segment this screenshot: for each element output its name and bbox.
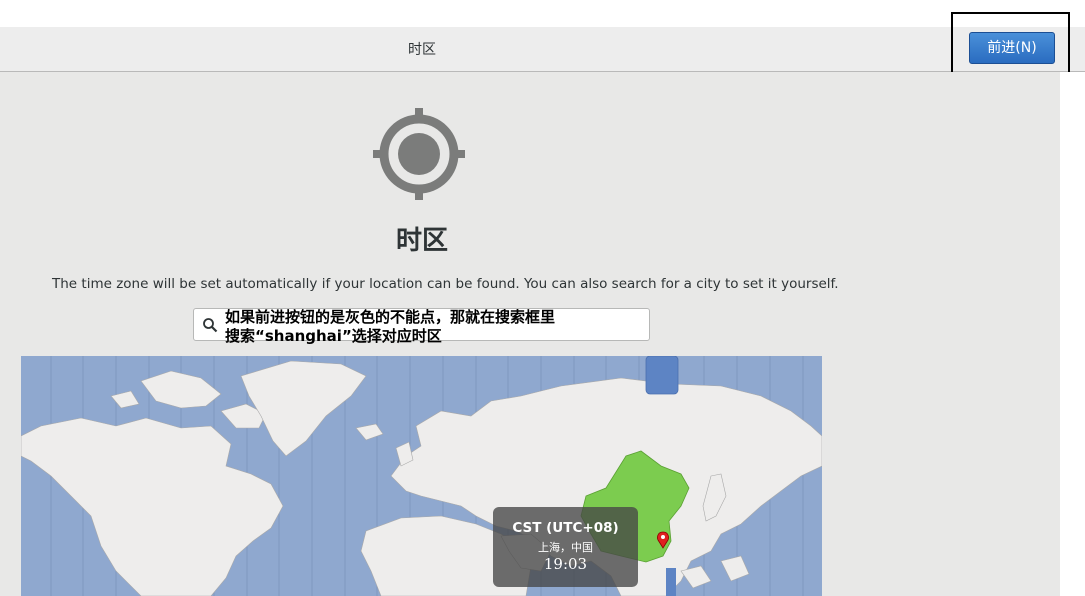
page-heading: 时区 xyxy=(395,226,448,256)
world-map-graphic xyxy=(21,356,822,596)
arctic-islands xyxy=(140,370,222,409)
right-margin xyxy=(1060,72,1085,596)
landmasses xyxy=(21,360,822,596)
location-icon xyxy=(373,108,465,200)
timezone-local-time: 19:03 xyxy=(543,555,588,573)
timezone-tooltip: CST (UTC+08) 上海，中国 19:03 xyxy=(493,507,638,587)
header-title: 时区 xyxy=(408,42,436,58)
city-search-input[interactable]: 如果前进按钮的是灰色的不能点，那就在搜索框里 搜索“shanghai”选择对应时… xyxy=(193,308,650,345)
highlighted-zone-south xyxy=(666,568,676,596)
search-text-line-2: 搜索“shanghai”选择对应时区 xyxy=(225,327,442,345)
search-icon xyxy=(203,318,218,333)
timezone-description: The time zone will be set automatically … xyxy=(52,276,839,292)
search-text-line-1: 如果前进按钮的是灰色的不能点，那就在搜索框里 xyxy=(225,308,556,326)
timezone-abbreviation: CST (UTC+08) xyxy=(512,520,619,536)
north-america-land xyxy=(21,417,284,596)
highlighted-zone-north xyxy=(645,356,679,395)
timezone-city: 上海，中国 xyxy=(538,541,593,554)
search-input-value: 如果前进按钮的是灰色的不能点，那就在搜索框里 搜索“shanghai”选择对应时… xyxy=(225,308,635,346)
world-timezone-map[interactable] xyxy=(21,356,822,596)
next-button[interactable]: 前进(N) xyxy=(969,32,1055,64)
header-bar: 时区 xyxy=(0,27,1085,72)
greenland-land xyxy=(240,360,367,457)
